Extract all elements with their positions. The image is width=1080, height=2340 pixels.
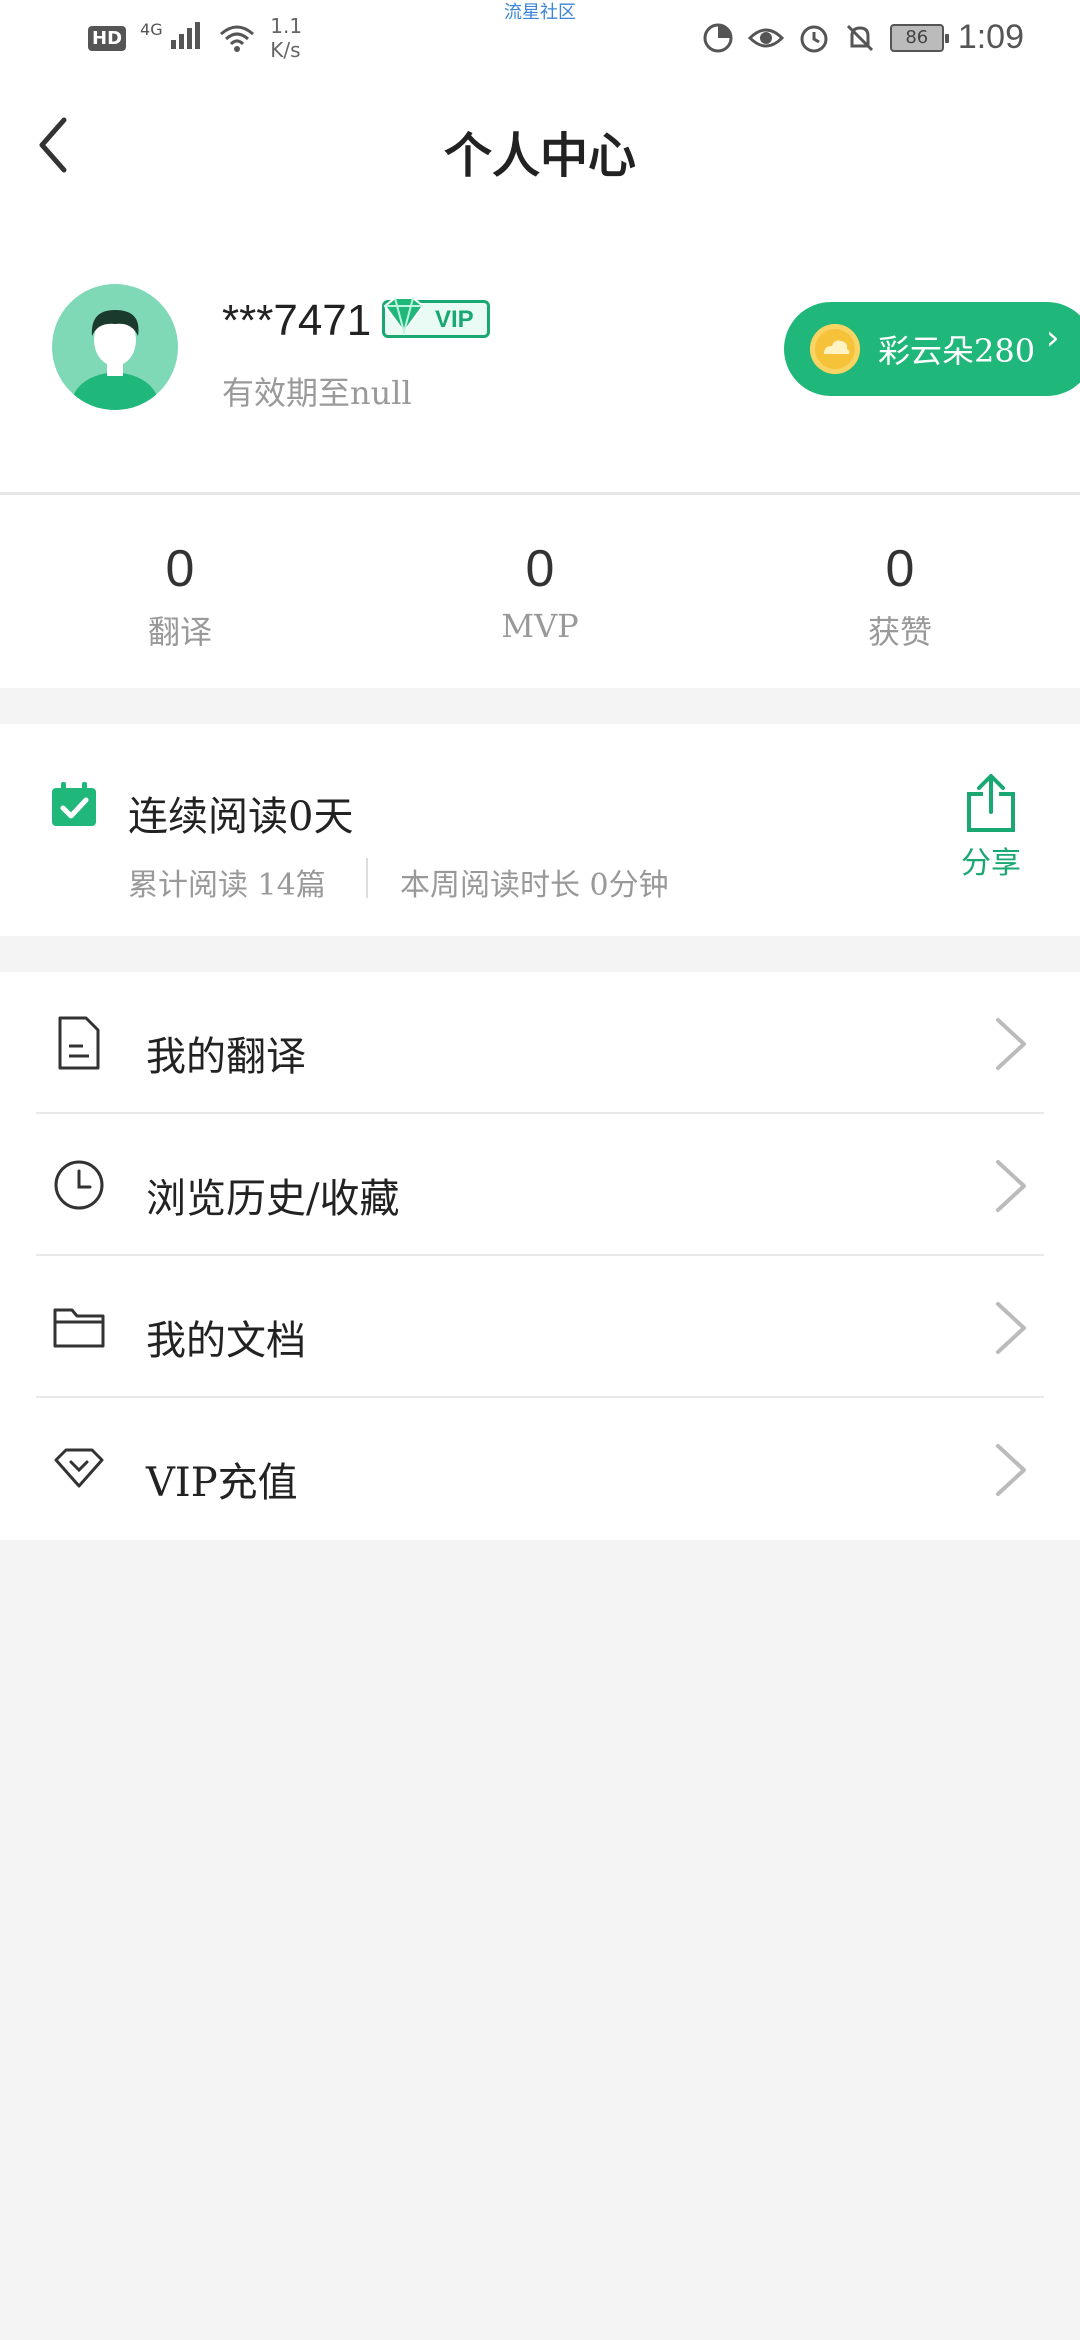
menu-label: 我的文档 — [146, 1318, 306, 1364]
stat-value: 0 — [165, 540, 195, 598]
document-icon — [58, 1016, 100, 1070]
stat-label: 获赞 — [867, 613, 932, 651]
diamond-icon — [54, 1448, 104, 1488]
menu-item-history[interactable]: 浏览历史/收藏 — [0, 1114, 1080, 1256]
vip-badge: VIP — [382, 297, 490, 338]
signal-icon — [171, 22, 201, 49]
speed-unit: K/s — [270, 38, 301, 62]
status-left: HD 4G 1.1 K/s — [88, 14, 302, 62]
data-saver-icon — [703, 23, 733, 52]
page-title: 个人中心 — [443, 128, 636, 184]
chevron-right-icon — [996, 1444, 1026, 1496]
stat-mvp[interactable]: 0 MVP — [360, 495, 720, 688]
coin-icon — [810, 324, 860, 374]
reading-cumulative: 累计阅读 14篇 — [128, 868, 326, 903]
menu-item-my-documents[interactable]: 我的文档 — [0, 1256, 1080, 1398]
reading-weekly: 本周阅读时长 0分钟 — [400, 868, 669, 903]
wifi-icon — [220, 25, 255, 52]
menu-item-my-translations[interactable]: 我的翻译 — [0, 972, 1080, 1114]
battery-icon: 86 — [889, 23, 949, 52]
reading-streak: 连续阅读0天 — [128, 794, 354, 840]
share-button[interactable]: 分享 — [956, 772, 1026, 882]
vip-expiry: 有效期至null — [222, 374, 412, 412]
clock-icon — [54, 1160, 104, 1210]
avatar-person-icon — [70, 310, 160, 410]
network-speed: 1.1 K/s — [270, 14, 302, 62]
stat-value: 0 — [525, 540, 555, 598]
stat-label: MVP — [501, 607, 579, 645]
reading-card: 连续阅读0天 累计阅读 14篇 本周阅读时长 0分钟 分享 — [0, 724, 1080, 936]
username: ***7471 — [222, 296, 372, 345]
share-icon — [967, 774, 1015, 832]
menu-list: 我的翻译 浏览历史/收藏 我的文档 VIP充值 — [0, 972, 1080, 1540]
mute-icon — [846, 24, 873, 51]
calendar-check-icon — [52, 782, 96, 826]
diamond-badge-icon — [383, 297, 425, 336]
stats-row: 0 翻译 0 MVP 0 获赞 — [0, 495, 1080, 688]
stat-separator — [366, 858, 368, 898]
menu-label: VIP充值 — [146, 1460, 298, 1506]
alarm-icon — [800, 25, 828, 52]
hd-badge: HD — [88, 25, 127, 51]
chevron-right-icon — [996, 1302, 1026, 1354]
avatar[interactable] — [52, 284, 178, 410]
status-right: 86 1:09 — [702, 18, 1024, 57]
stat-translations[interactable]: 0 翻译 — [0, 495, 360, 688]
vip-label: VIP — [435, 306, 474, 333]
stat-label: 翻译 — [147, 613, 212, 651]
menu-label: 浏览历史/收藏 — [146, 1176, 400, 1222]
speed-value: 1.1 — [270, 14, 303, 38]
network-type: 4G — [140, 20, 163, 39]
share-label: 分享 — [961, 846, 1021, 881]
menu-label: 我的翻译 — [146, 1034, 306, 1080]
chevron-right-icon — [996, 1160, 1026, 1212]
eye-icon — [747, 28, 784, 47]
chevron-right-icon — [996, 1018, 1026, 1070]
profile-section: ***7471 VIP 有效期至null 彩云朵280 › — [0, 200, 1080, 492]
status-bar: 流星社区 HD 4G 1.1 K/s 86 1:09 — [0, 0, 1080, 80]
coins-label: 彩云朵280 — [878, 332, 1036, 370]
clock-time: 1:09 — [957, 18, 1024, 56]
coins-button[interactable]: 彩云朵280 › — [784, 302, 1080, 396]
stat-likes[interactable]: 0 获赞 — [720, 495, 1080, 688]
chevron-right-icon: › — [1046, 318, 1060, 358]
network-type-label: 4G — [140, 20, 204, 56]
menu-item-vip-recharge[interactable]: VIP充值 — [0, 1398, 1080, 1540]
folder-icon — [53, 1308, 105, 1348]
stat-value: 0 — [885, 540, 915, 598]
